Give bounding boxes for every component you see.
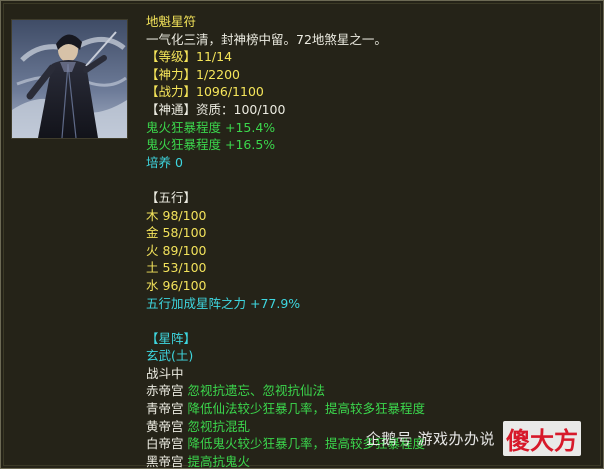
combat-row: 【战力】1096/1100 bbox=[146, 83, 586, 101]
character-portrait bbox=[11, 19, 128, 139]
item-description: 地魁星符 一气化三清，封神榜中留。72地煞星之一。 【等级】11/14 【神力】… bbox=[146, 13, 586, 469]
level-label: 【等级】 bbox=[146, 49, 197, 65]
palace-effect: 降低仙法较少狂暴几率，提高较多狂暴程度 bbox=[187, 401, 426, 417]
wuxing-header: 【五行】 bbox=[146, 189, 197, 205]
power-value: 1/2200 bbox=[196, 66, 240, 82]
wuxing-value: 58/100 bbox=[162, 225, 207, 241]
stat-line-1: 鬼火狂暴程度 +15.4% bbox=[146, 119, 276, 135]
wuxing-element: 水 bbox=[146, 277, 159, 293]
level-row: 【等级】11/14 bbox=[146, 48, 586, 66]
wuxing-value: 96/100 bbox=[162, 277, 207, 293]
wuxing-value: 89/100 bbox=[162, 242, 207, 258]
combat-value: 1096/1100 bbox=[196, 84, 264, 100]
wuxing-row-fire: 火 89/100 bbox=[146, 242, 586, 260]
wuxing-element: 火 bbox=[146, 242, 159, 258]
palace-effect: 忽视抗遗忘、忽视抗仙法 bbox=[187, 383, 326, 399]
wuxing-value: 53/100 bbox=[162, 260, 207, 276]
wuxing-row-metal: 金 58/100 bbox=[146, 224, 586, 242]
xingzhen-name: 玄武(土) bbox=[146, 348, 194, 364]
palace-name: 赤帝宫 bbox=[146, 383, 184, 399]
wuxing-row-water: 水 96/100 bbox=[146, 277, 586, 295]
divine-label: 【神通】 bbox=[146, 101, 197, 117]
portrait-image bbox=[12, 20, 127, 138]
wuxing-row-earth: 土 53/100 bbox=[146, 259, 586, 277]
watermark-label: 企鹅号 游戏办办说 bbox=[365, 430, 495, 448]
watermark: 企鹅号 游戏办办说 傻大方 bbox=[366, 421, 581, 456]
palace-row: 赤帝宫 忽视抗遗忘、忽视抗仙法 bbox=[146, 382, 586, 400]
palace-name: 黑帝宫 bbox=[146, 453, 184, 469]
wuxing-value: 98/100 bbox=[162, 207, 207, 223]
palace-effect: 提高抗鬼火 bbox=[187, 453, 251, 469]
divine-row: 【神通】资质：100/100 bbox=[146, 101, 586, 119]
stat-line-2: 鬼火狂暴程度 +16.5% bbox=[146, 137, 276, 153]
level-value: 11/14 bbox=[196, 49, 233, 65]
combat-label: 【战力】 bbox=[146, 84, 197, 100]
power-label: 【神力】 bbox=[146, 66, 197, 82]
palace-name: 青帝宫 bbox=[146, 401, 184, 417]
item-name: 地魁星符 bbox=[146, 14, 197, 29]
wuxing-row-wood: 木 98/100 bbox=[146, 207, 586, 225]
palace-name: 黄帝宫 bbox=[146, 418, 184, 434]
cultivate-line: 培养 0 bbox=[146, 154, 183, 170]
palace-row: 青帝宫 降低仙法较少狂暴几率，提高较多狂暴程度 bbox=[146, 400, 586, 418]
wuxing-element: 金 bbox=[146, 225, 159, 241]
palace-effect: 忽视抗混乱 bbox=[187, 418, 251, 434]
watermark-brand: 傻大方 bbox=[503, 421, 581, 456]
xingzhen-status: 战斗中 bbox=[146, 365, 184, 381]
item-tooltip-panel: 地魁星符 一气化三清，封神榜中留。72地煞星之一。 【等级】11/14 【神力】… bbox=[0, 0, 604, 469]
wuxing-bonus: 五行加成星阵之力 +77.9% bbox=[146, 295, 301, 311]
item-lore: 一气化三清，封神榜中留。72地煞星之一。 bbox=[146, 31, 387, 47]
wuxing-element: 木 bbox=[146, 207, 159, 223]
divine-value: 资质：100/100 bbox=[196, 101, 286, 117]
wuxing-element: 土 bbox=[146, 260, 159, 276]
xingzhen-header: 【星阵】 bbox=[146, 330, 197, 346]
power-row: 【神力】1/2200 bbox=[146, 66, 586, 84]
palace-name: 白帝宫 bbox=[146, 436, 184, 452]
